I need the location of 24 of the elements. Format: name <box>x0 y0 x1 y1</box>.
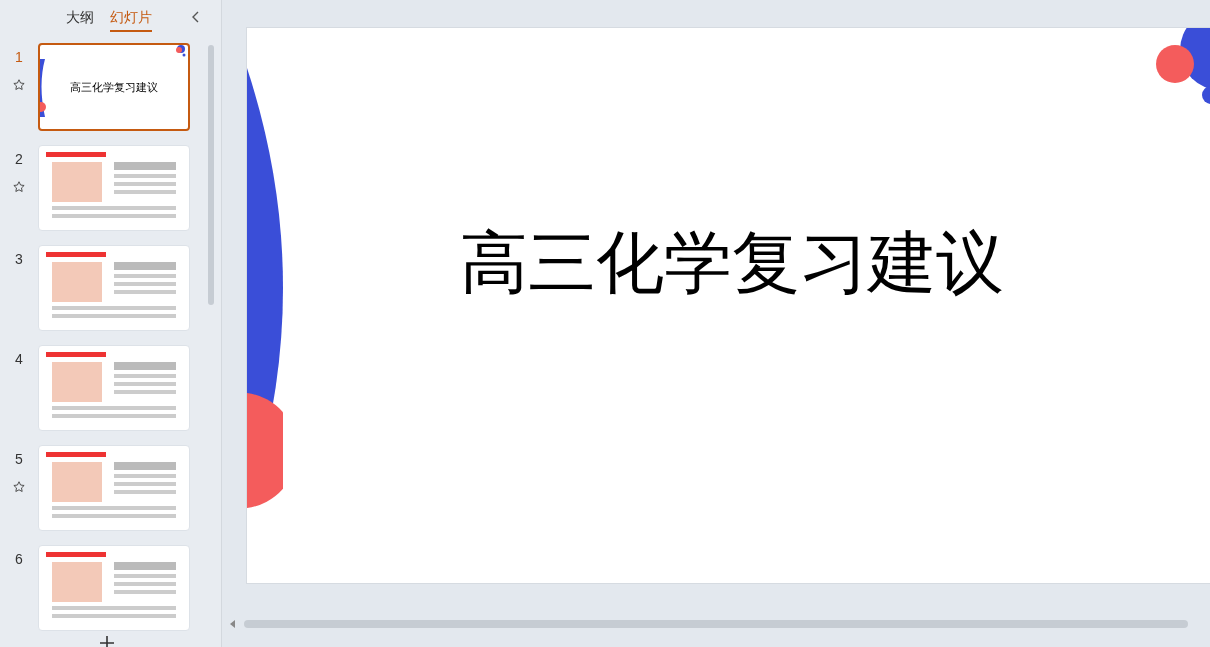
slide-thumbnail[interactable]: 高三化学复习建议 <box>38 43 190 131</box>
panel-tab[interactable]: 幻灯片 <box>110 2 152 32</box>
thumbnail-title: 高三化学复习建议 <box>70 79 158 95</box>
slide-title[interactable]: 高三化学复习建议 <box>460 210 1004 313</box>
slide-number: 5 <box>15 450 23 469</box>
slide-number: 1 <box>15 48 23 67</box>
slide-number: 4 <box>15 350 23 369</box>
horizontal-scrollbar[interactable] <box>244 620 1188 628</box>
star-icon[interactable] <box>12 180 26 194</box>
star-icon[interactable] <box>12 78 26 92</box>
collapse-icon[interactable] <box>191 11 201 23</box>
slide-thumbnail[interactable] <box>38 345 190 431</box>
slide-number: 6 <box>15 550 23 569</box>
slide-thumbnail[interactable] <box>38 145 190 231</box>
slide-thumbnail[interactable] <box>38 545 190 631</box>
slide-number: 2 <box>15 150 23 169</box>
slide-thumbnail[interactable] <box>38 445 190 531</box>
add-slide-icon[interactable] <box>100 636 114 647</box>
slide-number: 3 <box>15 250 23 269</box>
scrollbar-thumb[interactable] <box>208 45 214 305</box>
scroll-left-icon[interactable] <box>230 620 236 628</box>
slide-thumbnail[interactable] <box>38 245 190 331</box>
star-icon[interactable] <box>12 480 26 494</box>
panel-tab[interactable]: 大纲 <box>66 2 94 32</box>
